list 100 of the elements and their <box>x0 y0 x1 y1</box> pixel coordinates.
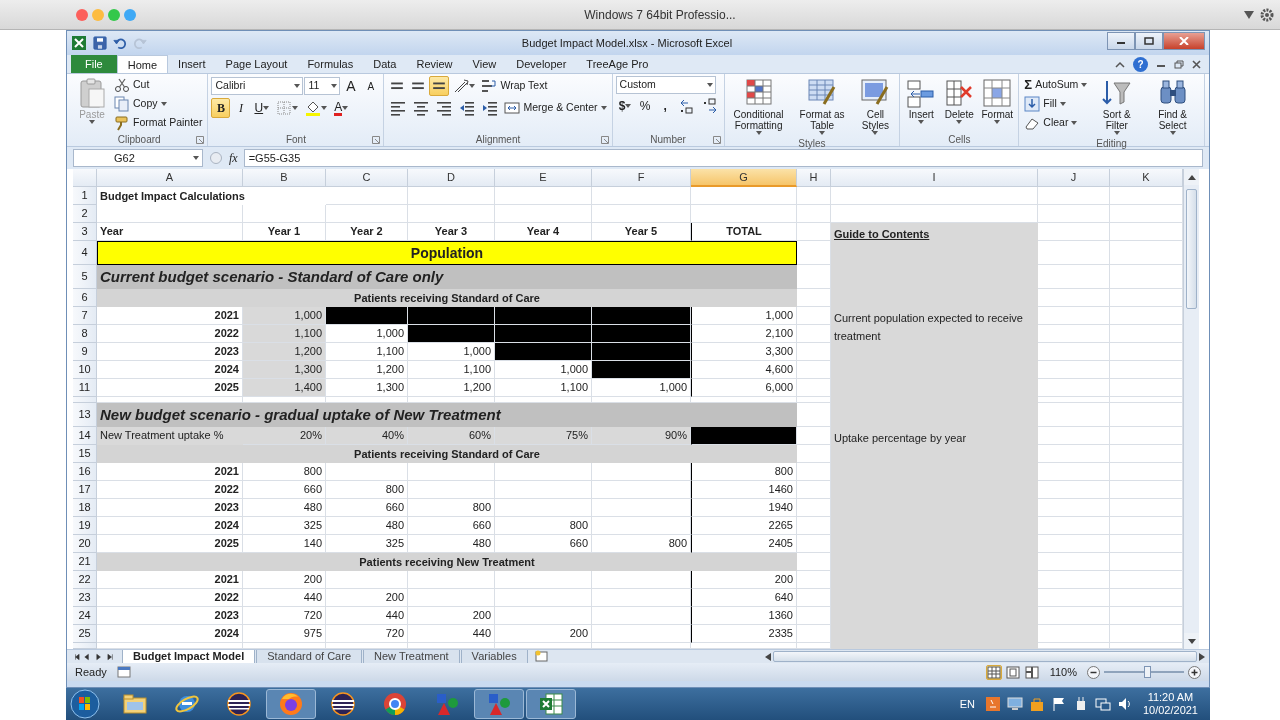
autosum-button[interactable]: Σ AutoSum <box>1022 76 1090 93</box>
column-header[interactable]: E <box>495 169 592 187</box>
ribbon-tab[interactable]: TreeAge Pro <box>576 55 659 73</box>
row-number[interactable]: 15 <box>73 445 97 463</box>
merge-center-button[interactable]: Merge & Center <box>502 99 609 117</box>
bold-button[interactable]: B <box>211 98 231 118</box>
percent-button[interactable]: % <box>635 96 655 116</box>
sheet-tab[interactable]: Variables <box>460 650 528 664</box>
ribbon-tab[interactable]: Home <box>116 55 169 73</box>
row-number[interactable]: 17 <box>73 481 97 499</box>
conditional-formatting-button[interactable]: Conditional Formatting <box>727 76 790 136</box>
column-header[interactable]: K <box>1110 169 1183 187</box>
row-number[interactable]: 23 <box>73 589 97 607</box>
row-number[interactable]: 2 <box>73 205 97 223</box>
cell-value: 1,000 <box>243 307 326 325</box>
row-number[interactable]: 9 <box>73 343 97 361</box>
number-format-field[interactable]: Custom <box>615 76 716 94</box>
row-number[interactable]: 13 <box>73 403 97 427</box>
shrink-font-button[interactable]: A <box>361 76 381 96</box>
cell-value: 75% <box>495 427 592 445</box>
total-value: 800 <box>691 463 797 481</box>
sheet-tab[interactable]: Budget Impact Model <box>122 650 256 664</box>
cut-button[interactable]: Cut <box>112 76 152 93</box>
format-as-table-button[interactable]: Format as Table <box>791 76 853 136</box>
grow-font-button[interactable]: A <box>341 76 361 96</box>
total-value: 6,000 <box>691 379 797 397</box>
ribbon-tab[interactable]: Review <box>406 55 463 73</box>
currency-button[interactable]: $ <box>615 96 635 116</box>
sort-filter-button[interactable]: Sort & Filter <box>1091 76 1143 136</box>
wrap-text-button[interactable]: Wrap Text <box>479 77 550 95</box>
column-header[interactable]: H <box>797 169 831 187</box>
font-color-button[interactable]: A <box>331 98 352 118</box>
cell-value: 480 <box>243 499 326 517</box>
row-number[interactable]: 6 <box>73 289 97 307</box>
row-number[interactable]: 5 <box>73 265 97 289</box>
group-label: Styles <box>798 136 826 151</box>
ribbon-tab[interactable]: Developer <box>506 55 577 73</box>
row-number[interactable]: 25 <box>73 625 97 643</box>
cell-value: 1,200 <box>243 343 326 361</box>
row-number[interactable]: 4 <box>73 241 97 265</box>
row-number[interactable]: 7 <box>73 307 97 325</box>
insert-button[interactable]: Insert <box>903 76 940 125</box>
row-number[interactable]: 20 <box>73 535 97 553</box>
ribbon-tab[interactable]: Data <box>363 55 407 73</box>
column-header[interactable]: F <box>592 169 691 187</box>
row-number[interactable]: 10 <box>73 361 97 379</box>
delete-button[interactable]: Delete <box>941 76 978 125</box>
column-header[interactable]: J <box>1038 169 1110 187</box>
row-label: 2024 <box>97 625 243 643</box>
total-value: 3,300 <box>691 343 797 361</box>
row-number[interactable]: 3 <box>73 223 97 241</box>
column-header[interactable]: A <box>97 169 243 187</box>
row-number[interactable]: 22 <box>73 571 97 589</box>
row-number[interactable]: 11 <box>73 379 97 397</box>
name-box[interactable]: G62 <box>73 149 203 167</box>
total-value: 2265 <box>691 517 797 535</box>
clear-button[interactable]: Clear <box>1022 114 1080 131</box>
column-header[interactable]: I <box>831 169 1038 187</box>
row-number[interactable]: 1 <box>73 187 97 205</box>
language-indicator[interactable]: EN <box>959 695 975 713</box>
cell-styles-button[interactable]: Cell Styles <box>854 76 897 136</box>
column-header[interactable]: D <box>408 169 495 187</box>
comma-style-button[interactable]: , <box>655 96 675 116</box>
column-header[interactable]: G <box>691 169 797 187</box>
formula-field[interactable]: =G55-G35 <box>243 149 1203 167</box>
font-name-field[interactable]: Calibri <box>211 77 304 95</box>
format-painter-button[interactable]: Format Painter <box>112 114 205 131</box>
font-size-field[interactable]: 11 <box>304 77 341 95</box>
ribbon-tab[interactable]: View <box>462 55 507 73</box>
ribbon-tab[interactable]: Formulas <box>297 55 364 73</box>
copy-button[interactable]: Copy <box>112 95 169 112</box>
function-label[interactable]: fx <box>229 149 238 167</box>
format-button[interactable]: Format <box>979 76 1016 125</box>
total-value: 200 <box>691 571 797 589</box>
group-label: Number <box>650 132 686 147</box>
find-select-button[interactable]: Find & Select <box>1144 76 1201 136</box>
status-text: Ready <box>75 664 107 680</box>
ribbon-tab[interactable]: Page Layout <box>215 55 298 73</box>
row-number[interactable]: 24 <box>73 607 97 625</box>
row-number[interactable]: 19 <box>73 517 97 535</box>
row-number[interactable]: 18 <box>73 499 97 517</box>
file-tab[interactable]: File <box>71 55 117 73</box>
underline-button[interactable]: U <box>251 98 273 118</box>
sheet-tab[interactable]: Standard of Care <box>256 650 362 664</box>
zoom-level: 110% <box>1049 664 1077 680</box>
row-number[interactable]: 14 <box>73 427 97 445</box>
italic-button[interactable]: I <box>231 98 251 118</box>
help-button[interactable]: ? <box>1133 56 1148 72</box>
cell-value: 1,000 <box>592 379 691 397</box>
row-number[interactable]: 16 <box>73 463 97 481</box>
cell-value: 90% <box>592 427 691 445</box>
fill-button[interactable]: Fill <box>1022 95 1068 112</box>
column-header[interactable]: C <box>326 169 408 187</box>
column-header[interactable]: B <box>243 169 326 187</box>
total-value: 4,600 <box>691 361 797 379</box>
sheet-tab[interactable]: New Treatment <box>363 650 460 664</box>
ribbon-tab[interactable]: Insert <box>168 55 216 73</box>
row-number[interactable]: 21 <box>73 553 97 571</box>
row-number[interactable]: 8 <box>73 325 97 343</box>
cell-value: 800 <box>326 481 408 499</box>
